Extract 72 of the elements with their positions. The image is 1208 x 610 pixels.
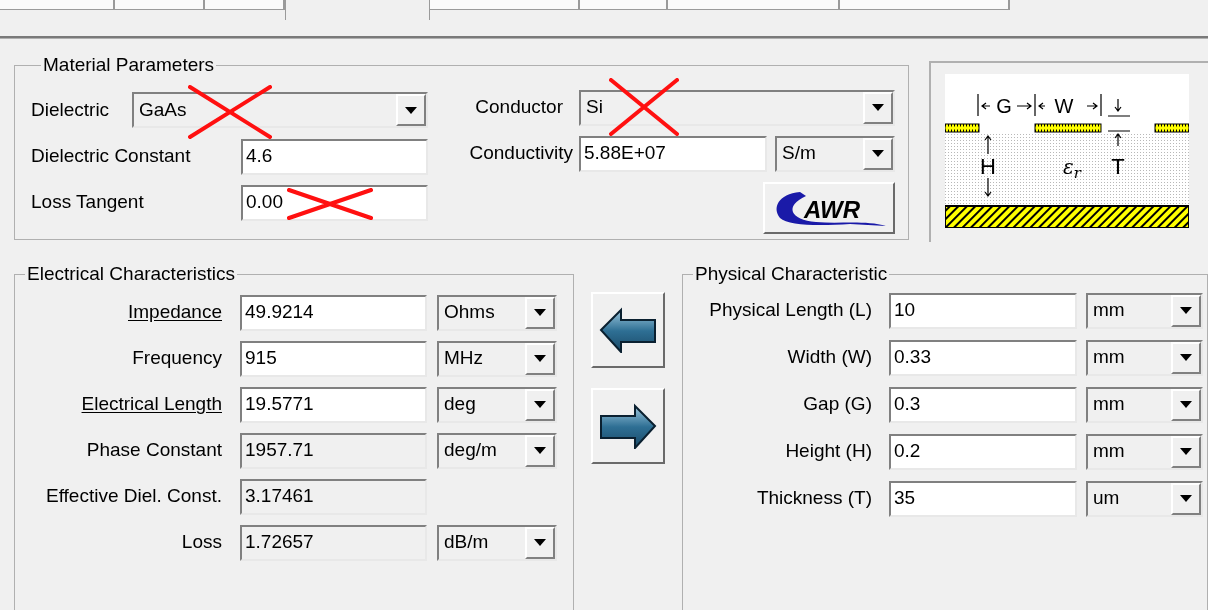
caret-down-icon xyxy=(534,401,546,408)
caret-down-icon xyxy=(405,106,417,114)
field-label: Effective Diel. Const. xyxy=(45,484,222,509)
tab[interactable] xyxy=(115,0,205,10)
caret-down-icon xyxy=(872,150,884,157)
dropdown[interactable]: mm xyxy=(1085,386,1203,423)
text-field[interactable]: 5.88E+07 xyxy=(579,135,767,172)
dropdown[interactable]: S/m xyxy=(775,135,895,172)
field-label: Loss xyxy=(180,530,222,555)
tab[interactable] xyxy=(580,0,668,10)
text-field[interactable]: 1957.71 xyxy=(240,432,427,469)
dropdown[interactable]: deg/m xyxy=(437,432,557,469)
field-label: Width (W) xyxy=(786,345,872,370)
field-label: Frequency xyxy=(131,346,222,371)
caret-down-icon xyxy=(1179,354,1192,361)
field-label: Dielectric Constant xyxy=(31,144,192,169)
group-title: Physical Characteristic xyxy=(694,263,888,284)
tab[interactable] xyxy=(205,0,285,10)
coplanar-waveguide-drawing: G W H ε$_{r}$ T xyxy=(944,74,1189,228)
caret-down-icon xyxy=(1179,401,1192,408)
dropdown[interactable]: um xyxy=(1085,480,1203,517)
field-label: Gap (G) xyxy=(802,392,872,417)
text-field[interactable]: 0.2 xyxy=(888,433,1077,470)
dropdown[interactable]: Ohms xyxy=(437,294,557,331)
tab[interactable] xyxy=(430,0,580,10)
field-label: Impedance xyxy=(127,300,222,325)
field-label: Conductivity xyxy=(468,141,574,166)
text-field[interactable]: 0.00 xyxy=(241,184,428,221)
dropdown[interactable]: mm xyxy=(1085,339,1203,376)
calculate-physical-button[interactable] xyxy=(590,292,665,368)
calculate-electrical-button[interactable] xyxy=(590,388,665,464)
field-label: Thickness (T) xyxy=(755,486,872,511)
tab[interactable] xyxy=(668,0,840,10)
logo-button[interactable]: AWR xyxy=(763,181,895,234)
group-title: Material Parameters xyxy=(43,54,215,75)
dropdown[interactable]: deg xyxy=(437,386,557,423)
caret-down-icon xyxy=(534,447,546,454)
field-label: Electrical Length xyxy=(80,392,222,417)
caret-down-icon xyxy=(872,104,884,111)
text-field[interactable]: 35 xyxy=(888,480,1077,517)
dropdown[interactable]: GaAs xyxy=(132,92,428,128)
left-arrow-icon xyxy=(598,307,657,353)
text-field[interactable]: 4.6 xyxy=(241,138,428,175)
text-field[interactable]: 3.17461 xyxy=(240,478,427,515)
text-field[interactable]: 0.3 xyxy=(888,386,1077,423)
group-title: Electrical Characteristics xyxy=(27,263,235,284)
field-label: Height (H) xyxy=(784,439,872,464)
dropdown[interactable]: dB/m xyxy=(437,524,557,561)
caret-down-icon xyxy=(1179,448,1192,455)
caret-down-icon xyxy=(1179,495,1192,502)
dropdown[interactable]: mm xyxy=(1085,292,1203,329)
field-label: Phase Constant xyxy=(85,438,222,463)
text-field[interactable]: 1.72657 xyxy=(240,524,427,561)
caret-down-icon xyxy=(1179,307,1192,314)
field-label: Conductor xyxy=(474,95,564,120)
dropdown[interactable]: MHz xyxy=(437,340,557,377)
caret-down-icon xyxy=(534,539,546,546)
field-label: Dielectric xyxy=(31,97,111,122)
text-field[interactable]: 0.33 xyxy=(888,339,1077,376)
text-field[interactable]: 49.9214 xyxy=(240,294,427,331)
text-field[interactable]: 19.5771 xyxy=(240,386,427,423)
dropdown[interactable]: mm xyxy=(1085,433,1203,470)
caret-down-icon xyxy=(534,309,546,316)
field-label: Physical Length (L) xyxy=(708,298,872,323)
text-field[interactable]: 915 xyxy=(240,340,427,377)
text-field[interactable]: 10 xyxy=(888,292,1077,329)
right-arrow-icon xyxy=(598,403,657,449)
tab[interactable] xyxy=(840,0,1010,10)
field-label: Loss Tangent xyxy=(31,190,145,215)
tab[interactable] xyxy=(0,0,115,10)
caret-down-icon xyxy=(534,355,546,362)
dropdown[interactable]: Si xyxy=(579,89,895,126)
